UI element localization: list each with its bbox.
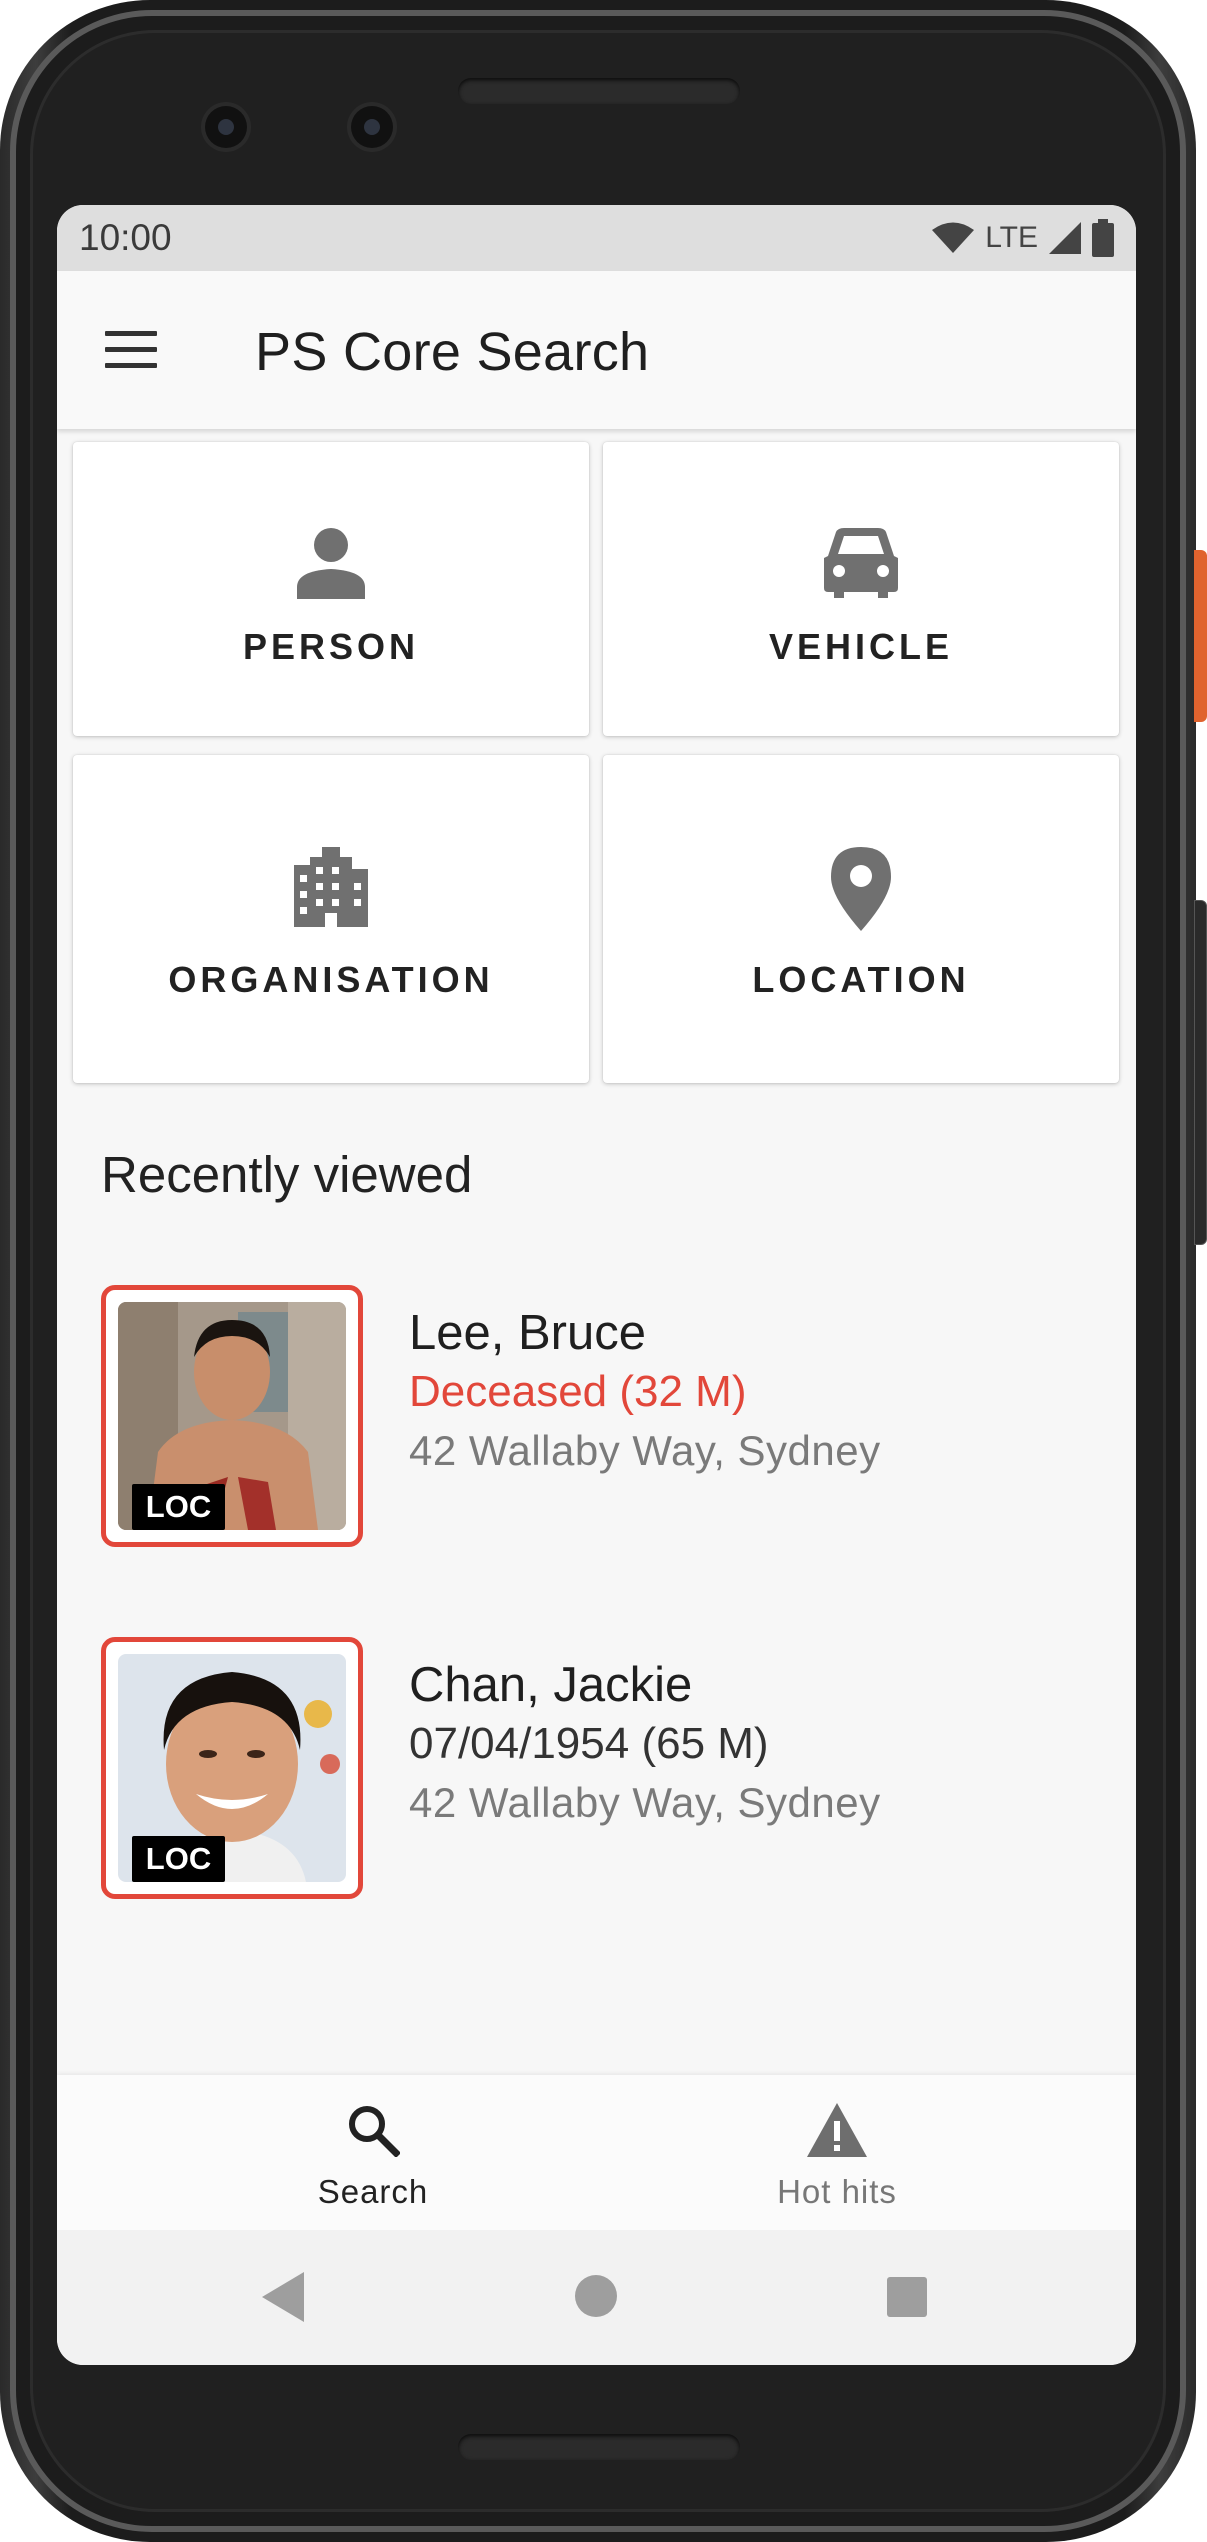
category-card-organisation[interactable]: ORGANISATION: [73, 755, 589, 1083]
nav-tab-hot-hits[interactable]: Hot hits: [687, 2075, 987, 2230]
car-icon: [824, 528, 898, 598]
menu-icon[interactable]: [105, 331, 157, 369]
network-type: LTE: [985, 221, 1038, 254]
list-item[interactable]: LOC Chan, Jackie 07/04/1954 (65 M) 42 Wa…: [101, 1637, 1101, 1899]
person-address: 42 Wallaby Way, Sydney: [409, 1779, 881, 1826]
loc-badge: LOC: [132, 1836, 225, 1882]
person-dob: 07/04/1954 (65 M): [409, 1719, 769, 1768]
bottom-navigation: Search Hot hits: [57, 2075, 1136, 2230]
nav-tab-search[interactable]: Search: [223, 2075, 523, 2230]
back-icon[interactable]: [262, 2272, 306, 2322]
person-icon: [297, 528, 365, 599]
category-label: VEHICLE: [768, 626, 954, 667]
category-card-vehicle[interactable]: VEHICLE: [603, 442, 1119, 736]
status-icons: LTE: [931, 219, 1114, 257]
category-label: LOCATION: [752, 959, 970, 1000]
front-sensor-icon: [351, 106, 393, 148]
device-stage: 10:00 LTE PS Core Search PERSON VEHICLE …: [0, 0, 1207, 2542]
nav-label: Hot hits: [777, 2173, 897, 2210]
power-button: [1194, 550, 1207, 722]
warning-icon: [807, 2103, 867, 2157]
nav-label: Search: [317, 2173, 429, 2210]
person-name: Lee, Bruce: [409, 1306, 646, 1360]
system-navigation-bar: [57, 2230, 1136, 2365]
home-icon[interactable]: [575, 2275, 617, 2317]
page-title: PS Core Search: [255, 322, 650, 382]
bottom-speaker: [458, 2434, 740, 2460]
list-item[interactable]: LOC Lee, Bruce Deceased (32 M) 42 Wallab…: [101, 1285, 1101, 1547]
recent-apps-icon[interactable]: [887, 2277, 927, 2317]
search-icon: [349, 2106, 400, 2157]
location-pin-icon: [831, 847, 891, 931]
front-camera-icon: [205, 106, 247, 148]
top-speaker: [458, 78, 740, 104]
avatar-frame: LOC: [101, 1285, 363, 1547]
status-bar: 10:00 LTE: [57, 205, 1136, 271]
building-icon: [294, 847, 368, 927]
wifi-icon: [932, 222, 975, 253]
person-status: Deceased (32 M): [409, 1367, 747, 1416]
battery-icon: [1092, 219, 1114, 257]
app-screen: 10:00 LTE PS Core Search PERSON VEHICLE …: [57, 205, 1136, 2365]
signal-icon: [1049, 222, 1081, 254]
person-name: Chan, Jackie: [409, 1658, 693, 1712]
loc-badge: LOC: [132, 1484, 225, 1530]
status-time: 10:00: [79, 217, 172, 258]
category-card-person[interactable]: PERSON: [73, 442, 589, 736]
section-title: Recently viewed: [101, 1146, 473, 1203]
volume-button: [1194, 900, 1207, 1245]
category-label: ORGANISATION: [168, 959, 494, 1000]
category-label: PERSON: [242, 626, 420, 667]
app-bar: PS Core Search: [57, 271, 1136, 429]
person-address: 42 Wallaby Way, Sydney: [409, 1427, 881, 1474]
avatar-frame: LOC: [101, 1637, 363, 1899]
category-card-location[interactable]: LOCATION: [603, 755, 1119, 1083]
